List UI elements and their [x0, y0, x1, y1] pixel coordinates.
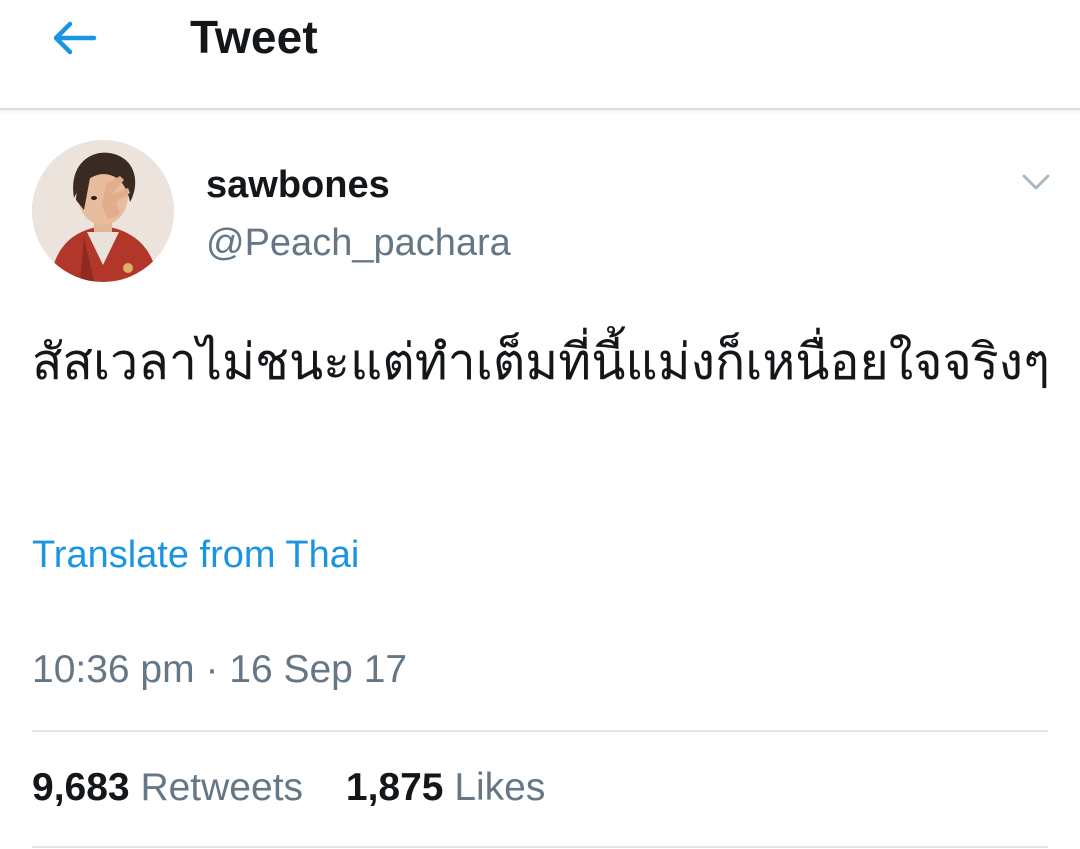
author-handle[interactable]: @Peach_pachara: [206, 222, 511, 265]
likes-label: Likes: [454, 766, 546, 809]
divider: [32, 846, 1048, 848]
tweet-text: สัสเวลาไม่ชนะแต่ทำเต็มที่นี้แม่งก็เหนื่อ…: [32, 334, 1050, 390]
arrow-left-icon: [53, 21, 97, 55]
tweet-menu-button[interactable]: [1014, 164, 1058, 200]
translate-link[interactable]: Translate from Thai: [32, 534, 359, 577]
top-app-bar: Tweet: [0, 0, 1080, 110]
retweets-stat[interactable]: 9,683 Retweets: [32, 766, 303, 810]
author-display-name[interactable]: sawbones: [206, 164, 390, 207]
tweet-stats: 9,683 Retweets 1,875 Likes: [32, 766, 577, 810]
likes-count: 1,875: [345, 766, 444, 809]
likes-stat[interactable]: 1,875 Likes: [346, 766, 546, 810]
divider: [32, 730, 1048, 732]
page-title: Tweet: [190, 11, 318, 63]
back-button[interactable]: [44, 14, 104, 62]
retweets-label: Retweets: [140, 766, 304, 809]
user-avatar: [32, 140, 174, 282]
chevron-down-icon: [1022, 174, 1050, 190]
retweets-count: 9,683: [32, 766, 130, 809]
tweet-timestamp[interactable]: 10:36 pm · 16 Sep 17: [32, 648, 407, 692]
avatar[interactable]: [32, 140, 174, 282]
